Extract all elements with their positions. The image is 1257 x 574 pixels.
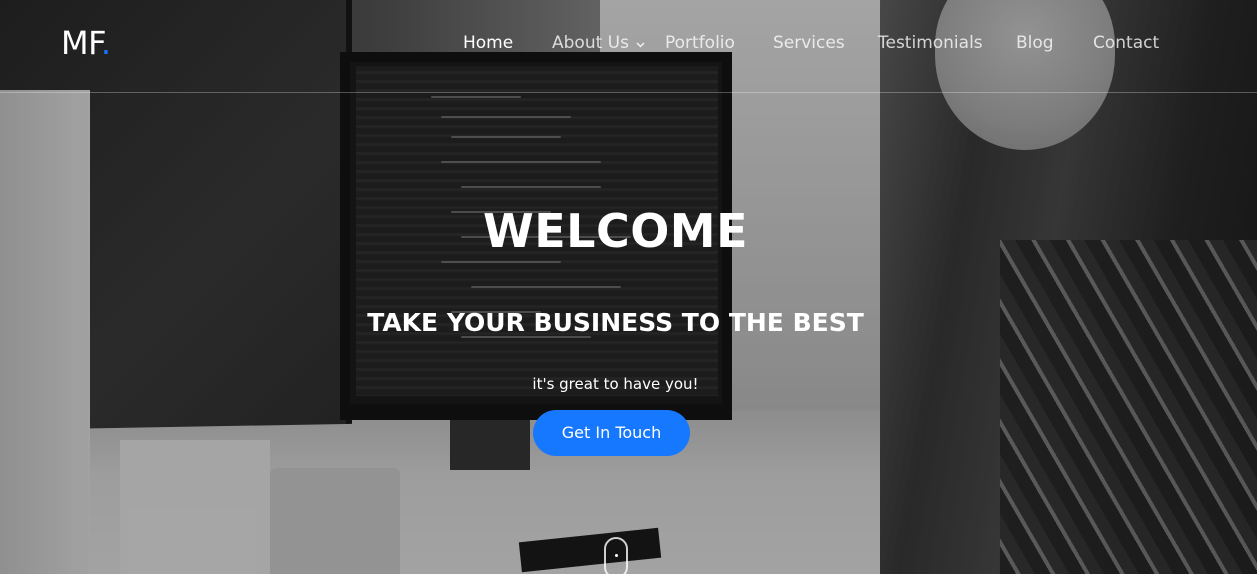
site-header: MF. Home About Us Portfolio Services Tes… xyxy=(0,0,1257,93)
hero-tagline: it's great to have you! xyxy=(532,375,699,393)
hero-subtitle: TAKE YOUR BUSINESS TO THE BEST xyxy=(367,308,864,337)
nav-item-blog[interactable]: Blog xyxy=(1016,33,1054,53)
hero-title: WELCOME xyxy=(482,204,749,258)
nav-item-label: About Us xyxy=(552,33,629,53)
nav-item-testimonials[interactable]: Testimonials xyxy=(878,33,983,53)
nav-item-services[interactable]: Services xyxy=(773,33,845,53)
logo[interactable]: MF. xyxy=(61,26,111,60)
scroll-dot xyxy=(615,554,618,557)
logo-text: MF xyxy=(61,24,101,62)
get-in-touch-button[interactable]: Get In Touch xyxy=(533,410,690,456)
logo-dot: . xyxy=(100,24,111,62)
nav-item-about-us[interactable]: About Us xyxy=(552,33,645,53)
mouse-scroll-icon[interactable] xyxy=(604,537,628,574)
nav-item-contact[interactable]: Contact xyxy=(1093,33,1159,53)
hero-section: MF. Home About Us Portfolio Services Tes… xyxy=(0,0,1257,574)
chevron-down-icon xyxy=(636,33,645,53)
nav-item-home[interactable]: Home xyxy=(463,33,513,53)
nav-item-portfolio[interactable]: Portfolio xyxy=(665,33,735,53)
